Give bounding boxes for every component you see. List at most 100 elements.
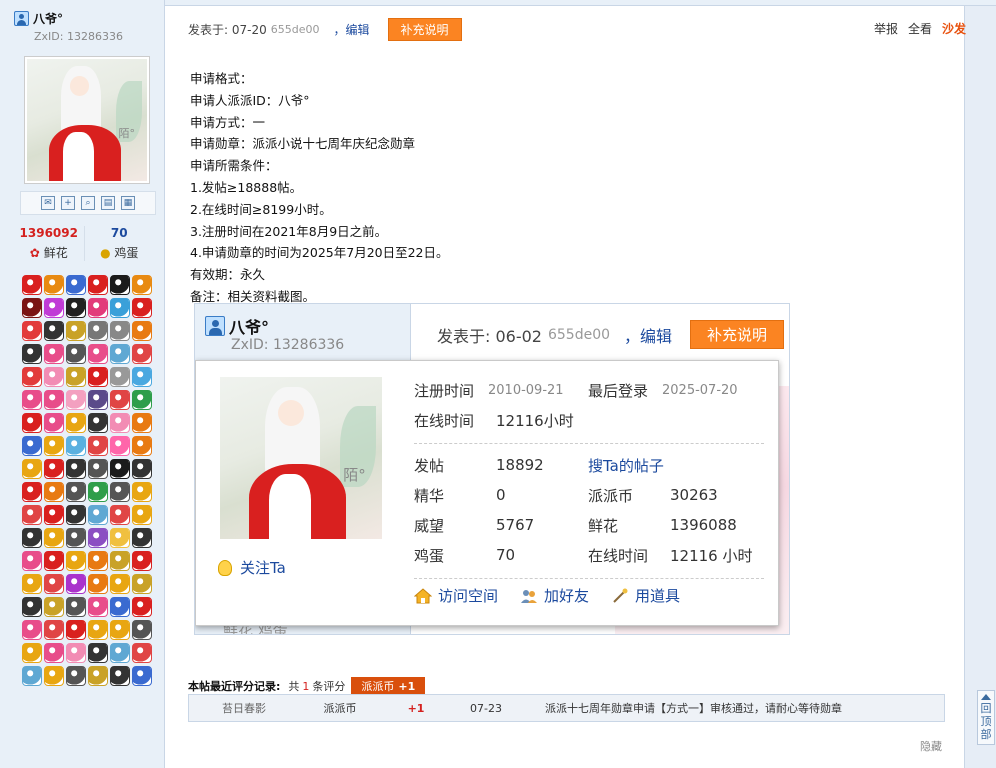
mail-icon[interactable]: ✉ [41, 196, 55, 210]
medal-icon[interactable] [22, 551, 42, 571]
medal-icon[interactable] [110, 528, 130, 548]
medal-icon[interactable] [110, 321, 130, 341]
medal-icon[interactable] [88, 528, 108, 548]
medal-icon[interactable] [88, 367, 108, 387]
medal-icon[interactable] [88, 344, 108, 364]
medal-icon[interactable] [22, 344, 42, 364]
medal-icon[interactable] [66, 344, 86, 364]
medal-icon[interactable] [132, 597, 152, 617]
medal-icon[interactable] [88, 390, 108, 410]
medal-icon[interactable] [22, 666, 42, 686]
medal-icon[interactable] [44, 505, 64, 525]
medal-icon[interactable] [132, 367, 152, 387]
card-icon[interactable]: ▤ [101, 196, 115, 210]
medal-icon[interactable] [66, 321, 86, 341]
medal-icon[interactable] [110, 505, 130, 525]
medal-icon[interactable] [22, 528, 42, 548]
medal-icon[interactable] [44, 459, 64, 479]
medal-icon[interactable] [22, 597, 42, 617]
medal-icon[interactable] [110, 413, 130, 433]
medal-icon[interactable] [66, 597, 86, 617]
medal-icon[interactable] [110, 620, 130, 640]
medal-icon[interactable] [88, 505, 108, 525]
medal-icon[interactable] [44, 528, 64, 548]
medal-icon[interactable] [44, 597, 64, 617]
medal-icon[interactable] [88, 643, 108, 663]
medal-icon[interactable] [132, 275, 152, 295]
attached-screenshot[interactable]: 八爷° ZxID: 13286336 发表于: 06-02 655de00 ，编… [194, 303, 790, 635]
supplement-button[interactable]: 补充说明 [387, 18, 462, 41]
medal-icon[interactable] [88, 413, 108, 433]
medal-icon[interactable] [110, 551, 130, 571]
medal-icon[interactable] [88, 551, 108, 571]
medal-icon[interactable] [66, 298, 86, 318]
medal-icon[interactable] [110, 459, 130, 479]
medal-icon[interactable] [132, 298, 152, 318]
medal-icon[interactable] [88, 597, 108, 617]
medal-icon[interactable] [110, 574, 130, 594]
medal-icon[interactable] [44, 482, 64, 502]
medal-icon[interactable] [132, 643, 152, 663]
medal-icon[interactable] [110, 275, 130, 295]
medal-icon[interactable] [132, 528, 152, 548]
medal-icon[interactable] [44, 666, 64, 686]
medal-icon[interactable] [132, 666, 152, 686]
back-to-top-button[interactable]: 回顶部 [977, 690, 995, 745]
medal-icon[interactable] [22, 574, 42, 594]
view-all-link[interactable]: 全看 [908, 20, 932, 37]
medal-icon[interactable] [110, 666, 130, 686]
profile-icon[interactable]: ⌕ [81, 196, 95, 210]
medal-icon[interactable] [132, 574, 152, 594]
medal-icon[interactable] [88, 620, 108, 640]
medal-icon[interactable] [88, 298, 108, 318]
medal-icon[interactable] [22, 643, 42, 663]
medal-icon[interactable] [132, 551, 152, 571]
medal-icon[interactable] [132, 344, 152, 364]
medal-icon[interactable] [22, 459, 42, 479]
medal-icon[interactable] [44, 643, 64, 663]
medal-icon[interactable] [88, 666, 108, 686]
medal-icon[interactable] [110, 597, 130, 617]
medal-icon[interactable] [110, 390, 130, 410]
medal-icon[interactable] [66, 620, 86, 640]
medal-icon[interactable] [22, 413, 42, 433]
medal-icon[interactable] [88, 275, 108, 295]
medal-icon[interactable] [44, 367, 64, 387]
medal-icon[interactable] [132, 390, 152, 410]
medal-icon[interactable] [66, 482, 86, 502]
medal-icon[interactable] [66, 551, 86, 571]
blocks-icon[interactable]: ▦ [121, 196, 135, 210]
medal-icon[interactable] [44, 413, 64, 433]
medal-icon[interactable] [44, 574, 64, 594]
medal-icon[interactable] [88, 574, 108, 594]
medal-icon[interactable] [22, 620, 42, 640]
medal-icon[interactable] [132, 620, 152, 640]
medal-icon[interactable] [44, 390, 64, 410]
medal-icon[interactable] [110, 367, 130, 387]
medal-icon[interactable] [22, 321, 42, 341]
medal-icon[interactable] [66, 528, 86, 548]
medal-icon[interactable] [44, 344, 64, 364]
medal-icon[interactable] [88, 436, 108, 456]
rater-name[interactable]: 苔日春影 [189, 700, 299, 716]
medal-icon[interactable] [132, 413, 152, 433]
medal-icon[interactable] [66, 459, 86, 479]
medal-icon[interactable] [22, 436, 42, 456]
author-avatar[interactable]: 陌° [24, 56, 150, 184]
medal-icon[interactable] [66, 413, 86, 433]
medal-icon[interactable] [22, 390, 42, 410]
medal-icon[interactable] [110, 298, 130, 318]
medal-icon[interactable] [132, 482, 152, 502]
medal-icon[interactable] [22, 275, 42, 295]
medal-icon[interactable] [44, 551, 64, 571]
author-name-row[interactable]: 八爷° [14, 10, 63, 27]
medal-icon[interactable] [22, 367, 42, 387]
medal-icon[interactable] [66, 275, 86, 295]
medal-icon[interactable] [132, 436, 152, 456]
medal-icon[interactable] [132, 459, 152, 479]
medal-icon[interactable] [88, 459, 108, 479]
medal-icon[interactable] [66, 436, 86, 456]
medal-icon[interactable] [44, 436, 64, 456]
medal-icon[interactable] [110, 643, 130, 663]
medal-icon[interactable] [66, 367, 86, 387]
